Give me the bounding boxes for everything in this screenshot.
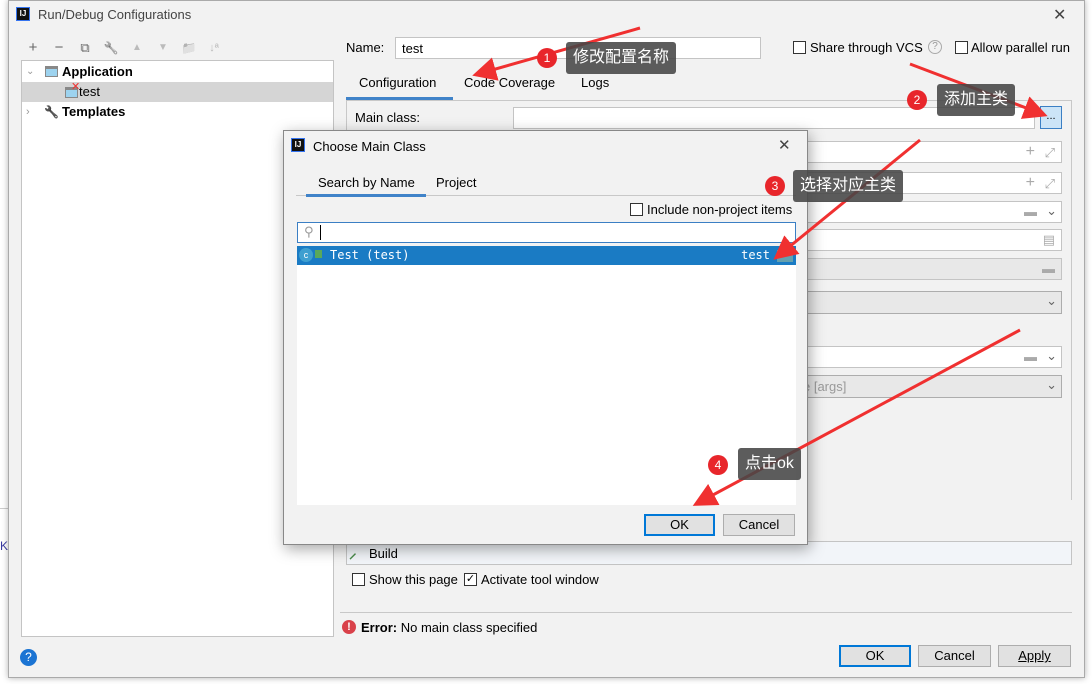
annotation-callout: 修改配置名称 [566,42,677,74]
annotation-number: 4 [708,455,728,475]
annotation-number: 3 [765,176,785,196]
annotation-number: 1 [537,48,557,68]
annotation-callout: 添加主类 [937,84,1016,116]
annotation-arrows [472,26,1048,506]
annotation-callout: 选择对应主类 [793,170,904,202]
annotation-callout: 点击ok [738,448,801,480]
annotation-number: 2 [907,90,927,110]
